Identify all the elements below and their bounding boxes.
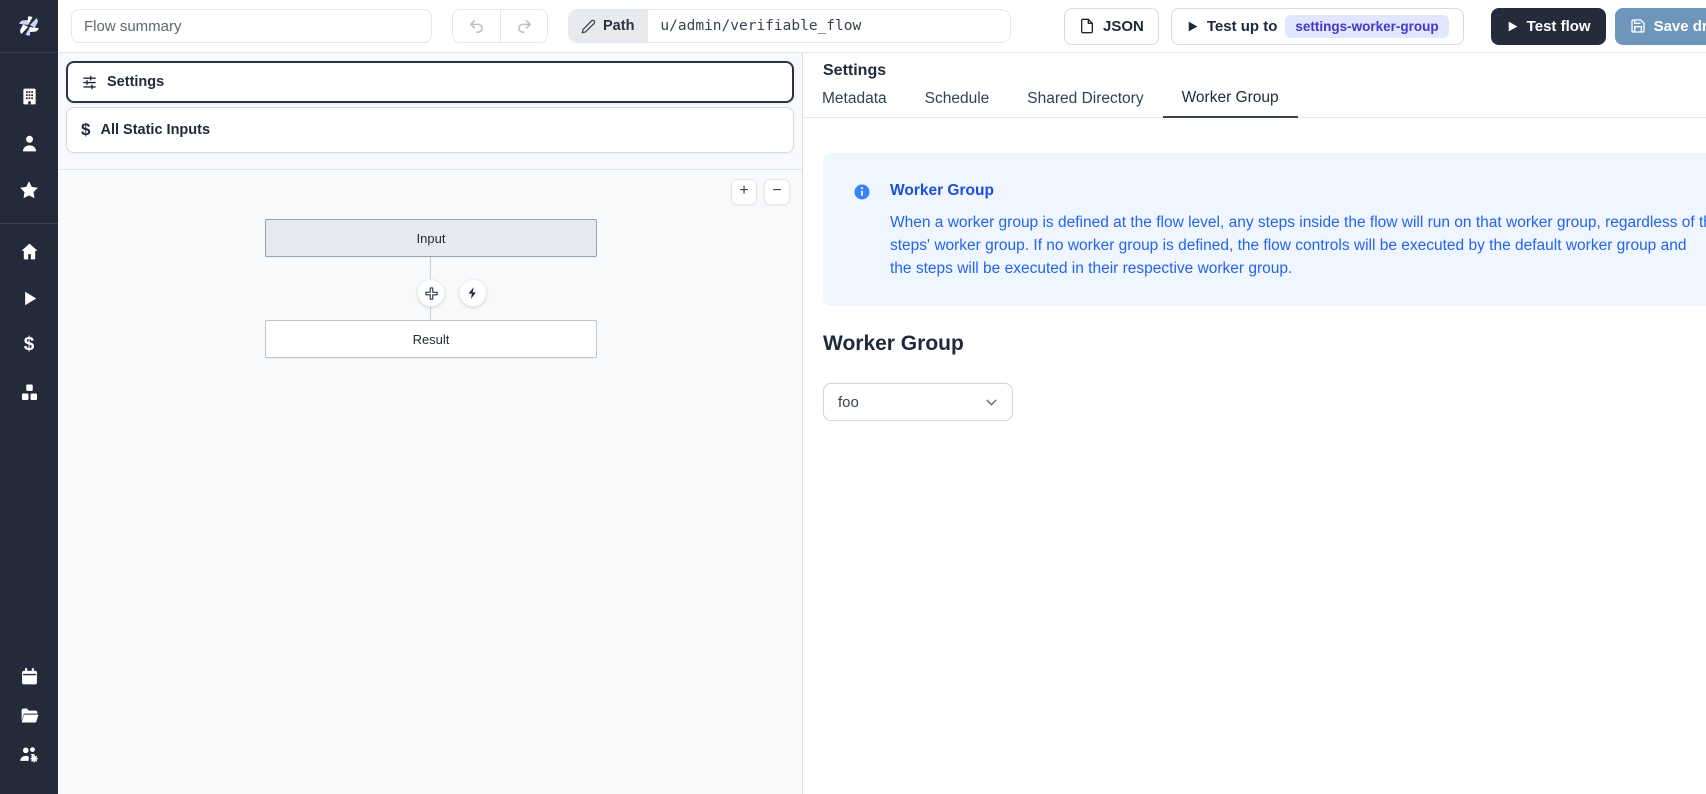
worker-group-info-box: Worker Group When a worker group is defi… — [823, 153, 1706, 306]
redo-icon — [516, 18, 533, 35]
result-node-label: Result — [413, 332, 450, 347]
test-up-to-label: Test up to — [1207, 18, 1278, 35]
user-icon — [19, 133, 40, 154]
undo-icon — [468, 18, 485, 35]
info-content: Worker Group When a worker group is defi… — [890, 182, 1706, 280]
sidebar-item-schedules[interactable] — [9, 661, 49, 691]
sidebar-item-user[interactable] — [9, 128, 49, 158]
sliders-icon — [82, 75, 97, 90]
flow-settings-item[interactable]: Settings — [66, 61, 794, 103]
path-label: Path — [603, 18, 634, 34]
test-up-to-step-badge: settings-worker-group — [1285, 15, 1448, 38]
folder-open-icon — [19, 705, 40, 726]
json-button-label: JSON — [1103, 18, 1144, 35]
trigger-button[interactable] — [459, 279, 487, 307]
settings-tabs: Metadata Schedule Shared Directory Worke… — [803, 89, 1706, 118]
content-row: Settings $ All Static Inputs + − Input — [58, 53, 1706, 794]
tab-shared-directory[interactable]: Shared Directory — [1008, 89, 1162, 117]
info-text-line: the steps will be executed in their resp… — [890, 257, 1706, 280]
sidebar-bottom-group — [9, 661, 49, 794]
cubes-icon — [19, 382, 40, 403]
tab-schedule[interactable]: Schedule — [906, 89, 1009, 117]
sidebar-divider — [0, 223, 58, 224]
all-static-inputs-item[interactable]: $ All Static Inputs — [66, 107, 794, 153]
star-icon — [18, 179, 40, 201]
sidebar-item-runs[interactable] — [9, 283, 49, 313]
undo-button[interactable] — [453, 10, 500, 42]
panel-body: Worker Group When a worker group is defi… — [803, 153, 1706, 421]
worker-group-section-title: Worker Group — [823, 332, 1706, 356]
windmill-logo[interactable] — [0, 0, 58, 53]
dollar-icon: $ — [81, 120, 90, 140]
sidebar-item-workspace[interactable] — [9, 81, 49, 111]
sidebar-item-resources[interactable] — [9, 377, 49, 407]
panel-title: Settings — [803, 53, 1706, 80]
chevron-down-icon — [983, 394, 1000, 411]
dollar-icon: $ — [24, 334, 35, 356]
add-step-button[interactable] — [417, 279, 445, 307]
info-text-line: When a worker group is defined at the fl… — [890, 211, 1706, 234]
play-icon — [20, 289, 39, 308]
play-icon — [1506, 20, 1519, 33]
sidebar-item-favorites[interactable] — [9, 175, 49, 205]
settings-panel: Settings Metadata Schedule Shared Direct… — [803, 53, 1706, 794]
sidebar-item-workers[interactable] — [9, 739, 49, 769]
result-node[interactable]: Result — [265, 320, 597, 358]
flow-module-list: Settings $ All Static Inputs — [58, 53, 802, 170]
sidebar-item-home[interactable] — [9, 236, 49, 266]
flow-canvas: Settings $ All Static Inputs + − Input — [58, 53, 803, 794]
input-node-label: Input — [417, 231, 446, 246]
tab-metadata[interactable]: Metadata — [803, 89, 906, 117]
worker-group-select[interactable]: foo — [823, 383, 1013, 421]
play-icon — [1186, 20, 1199, 33]
info-icon — [853, 183, 871, 280]
path-value-input[interactable] — [648, 18, 1010, 34]
building-icon — [19, 86, 40, 107]
flow-settings-label: Settings — [107, 74, 164, 90]
tab-worker-group[interactable]: Worker Group — [1163, 89, 1298, 118]
all-static-inputs-label: All Static Inputs — [100, 122, 210, 138]
redo-button[interactable] — [500, 10, 547, 42]
undo-redo-group — [452, 9, 548, 43]
path-edit-button[interactable]: Path — [569, 10, 648, 42]
topbar: Path JSON Test up to settings-worker-gro… — [58, 0, 1706, 53]
flow-graph[interactable]: Input Result — [58, 170, 802, 794]
save-draft-label: Save draft — [1654, 18, 1706, 35]
file-json-icon — [1079, 18, 1095, 34]
test-flow-button[interactable]: Test flow — [1491, 8, 1606, 45]
json-button[interactable]: JSON — [1064, 8, 1159, 45]
info-text-line: steps' worker group. If no worker group … — [890, 234, 1706, 257]
pencil-icon — [581, 19, 596, 34]
test-up-to-button[interactable]: Test up to settings-worker-group — [1171, 8, 1464, 45]
save-draft-button[interactable]: Save draft — [1615, 8, 1706, 45]
worker-group-select-value: foo — [838, 394, 859, 411]
save-icon — [1630, 18, 1646, 34]
info-text: When a worker group is defined at the fl… — [890, 211, 1706, 280]
windmill-logo-icon — [16, 13, 42, 39]
plus-icon — [424, 286, 439, 301]
input-node[interactable]: Input — [265, 219, 597, 257]
bolt-icon — [466, 286, 480, 300]
main-column: Path JSON Test up to settings-worker-gro… — [58, 0, 1706, 794]
sidebar: $ — [0, 0, 58, 794]
home-icon — [19, 241, 40, 262]
sidebar-item-folders[interactable] — [9, 700, 49, 730]
app-root: $ — [0, 0, 1706, 794]
sidebar-nav: $ — [0, 53, 58, 794]
info-title: Worker Group — [890, 182, 1706, 200]
test-flow-label: Test flow — [1527, 18, 1591, 35]
users-gear-icon — [18, 743, 40, 765]
path-group: Path — [568, 9, 1011, 43]
calendar-icon — [19, 666, 40, 687]
sidebar-item-variables[interactable]: $ — [9, 330, 49, 360]
flow-summary-input[interactable] — [71, 9, 432, 43]
